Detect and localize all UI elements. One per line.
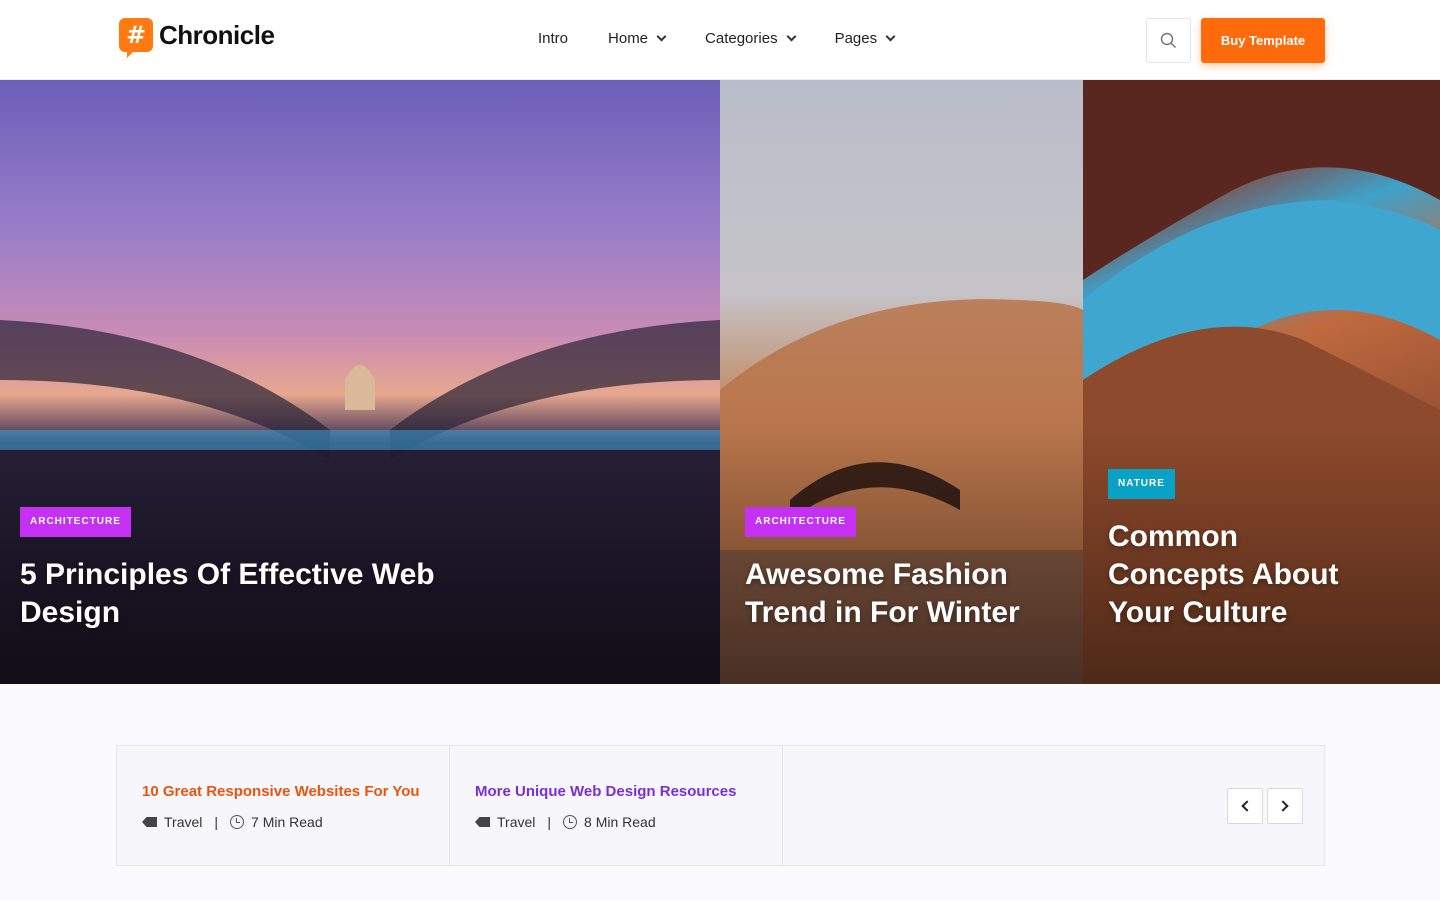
logo-mark-icon: # (119, 18, 153, 58)
chevron-left-icon (1241, 800, 1253, 812)
hero-title[interactable]: 5 Principles Of Effective Web Design (20, 556, 680, 632)
post-meta: Travel | 7 Min Read (142, 814, 449, 830)
hero-title-line: Your Culture (1108, 596, 1288, 629)
tag-icon (142, 817, 157, 827)
category-badge[interactable]: ARCHITECTURE (20, 507, 131, 537)
nav-item-intro[interactable]: Intro (538, 30, 568, 47)
logo-glyph: # (125, 21, 147, 49)
hero-shade (0, 424, 720, 684)
post-read-time: 8 Min Read (584, 814, 656, 830)
hero-title-line: 5 Principles Of Effective Web (20, 558, 435, 591)
meta-separator: | (214, 814, 219, 830)
post-item[interactable]: 10 Great Responsive Websites For You Tra… (117, 746, 450, 865)
search-button[interactable] (1146, 18, 1191, 63)
nav-item-home[interactable]: Home (608, 30, 667, 47)
clock-icon (563, 815, 578, 829)
slider-prev-button[interactable] (1227, 788, 1263, 824)
post-read-time: 7 Min Read (251, 814, 323, 830)
nav-item-categories[interactable]: Categories (705, 30, 797, 47)
category-badge[interactable]: NATURE (1108, 469, 1175, 499)
hero-title-line: Awesome Fashion (745, 558, 1008, 591)
hero-title-line: Trend in For Winter (745, 596, 1020, 629)
post-meta: Travel | 8 Min Read (475, 814, 782, 830)
hero-title[interactable]: Awesome Fashion Trend in For Winter (745, 556, 1065, 632)
post-category[interactable]: Travel (164, 814, 202, 830)
nav-label: Categories (705, 30, 778, 47)
hero-title-line: Design (20, 596, 121, 629)
slider-next-button[interactable] (1267, 788, 1303, 824)
nav-label: Intro (538, 30, 569, 47)
post-item[interactable]: More Unique Web Design Resources Travel … (450, 746, 783, 865)
nav-item-pages[interactable]: Pages (834, 30, 896, 47)
hero-title-line: Concepts About (1108, 558, 1339, 591)
chevron-down-icon (786, 31, 797, 42)
hero-title[interactable]: Common Concepts About Your Culture (1108, 518, 1428, 632)
buy-template-button[interactable]: Buy Template (1201, 18, 1325, 63)
hero-card[interactable]: ARCHITECTURE Awesome Fashion Trend in Fo… (720, 80, 1083, 684)
hero-card[interactable]: NATURE Common Concepts About Your Cultur… (1083, 80, 1440, 684)
post-slider: 10 Great Responsive Websites For You Tra… (116, 745, 1325, 866)
site-header: # Chronicle Intro Home Categories Pages … (0, 0, 1440, 80)
hero-shade (720, 424, 1083, 684)
main-nav: Intro Home Categories Pages (538, 30, 934, 47)
nav-label: Pages (834, 30, 878, 47)
post-title[interactable]: More Unique Web Design Resources (475, 783, 782, 800)
hero-grid: ARCHITECTURE 5 Principles Of Effective W… (0, 80, 1440, 684)
post-category[interactable]: Travel (497, 814, 535, 830)
chevron-down-icon (656, 31, 667, 42)
logo[interactable]: # Chronicle (119, 18, 275, 58)
tag-icon (475, 817, 490, 827)
search-icon (1160, 32, 1177, 49)
category-badge[interactable]: ARCHITECTURE (745, 507, 856, 537)
meta-separator: | (547, 814, 552, 830)
hero-card[interactable]: ARCHITECTURE 5 Principles Of Effective W… (0, 80, 720, 684)
nav-label: Home (608, 30, 649, 47)
chevron-right-icon (1277, 800, 1289, 812)
post-title[interactable]: 10 Great Responsive Websites For You (142, 783, 449, 800)
chevron-down-icon (885, 31, 896, 42)
logo-text: Chronicle (159, 19, 275, 50)
hero-title-line: Common (1108, 520, 1238, 553)
clock-icon (230, 815, 245, 829)
